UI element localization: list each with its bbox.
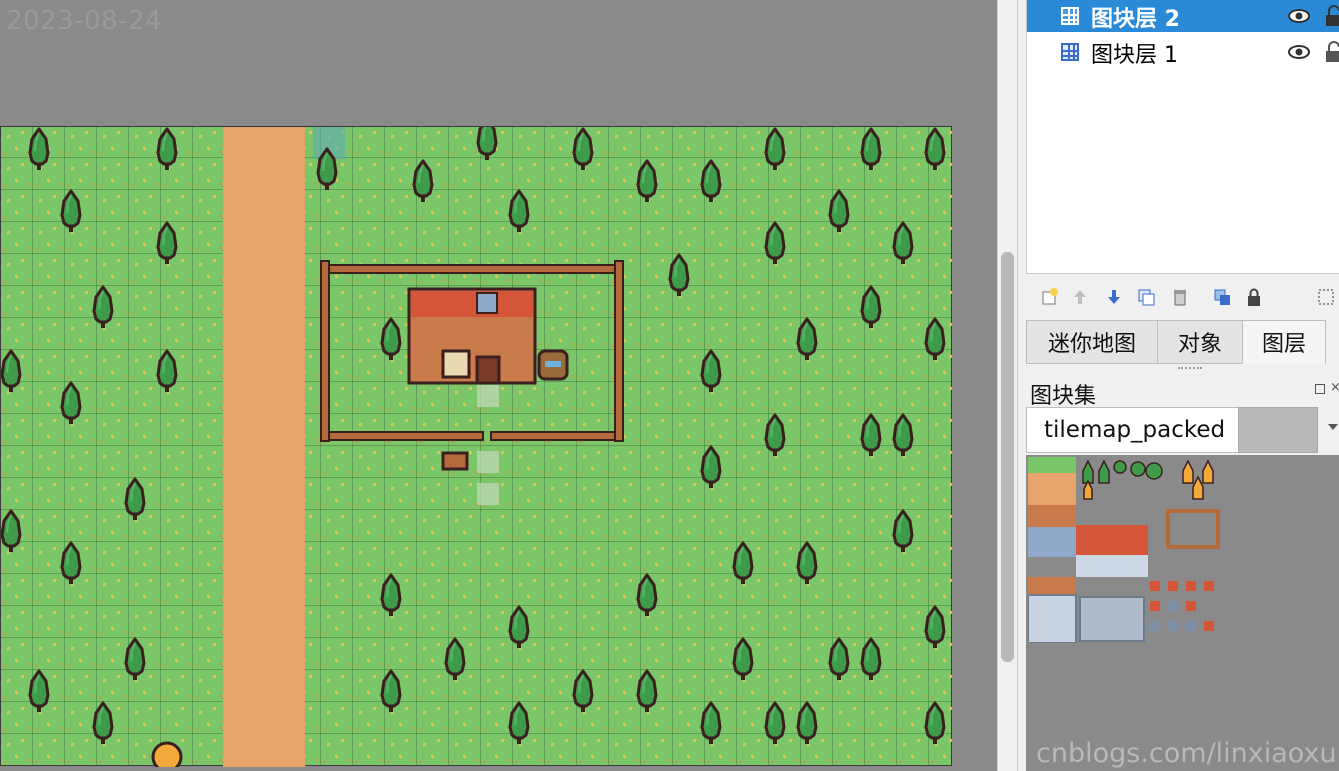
chevron-down-icon[interactable] <box>1328 424 1338 430</box>
delete-layer-icon[interactable] <box>1170 287 1190 307</box>
lower-layer-icon[interactable] <box>1104 287 1124 307</box>
close-icon[interactable]: × <box>1330 380 1339 395</box>
visibility-eye-icon[interactable] <box>1287 6 1311 26</box>
tileset-tab-empty[interactable] <box>1238 407 1318 453</box>
lock-layer-icon[interactable] <box>1244 287 1264 307</box>
beehive <box>151 741 183 767</box>
float-panel-icon[interactable] <box>1315 384 1325 394</box>
tile-map-view[interactable] <box>0 126 953 767</box>
site-watermark: cnblogs.com/linxiaoxu <box>1036 738 1337 769</box>
tile-layer-icon <box>1061 7 1079 25</box>
tileset-tiles <box>1028 457 1220 643</box>
layer-row-tile-layer-2[interactable]: 图块层 2 <box>1027 0 1339 32</box>
layer-toolbar <box>1026 282 1339 312</box>
dock-tab-bar: 迷你地图 对象 图层 <box>1026 320 1339 364</box>
dirt-path <box>223 127 305 767</box>
right-dock-panel: 图块层 2 图块层 1 迷你地图 对象 图层 图块集 × tilemap_pac… <box>1017 0 1339 771</box>
new-layer-icon[interactable] <box>1040 287 1060 307</box>
tilesets-panel-title: 图块集 <box>1030 384 1097 409</box>
tab-layers[interactable]: 图层 <box>1242 320 1326 364</box>
tab-minimap[interactable]: 迷你地图 <box>1026 320 1158 364</box>
lock-icon[interactable] <box>1323 5 1339 27</box>
tile-map-graphics <box>1 127 953 767</box>
tileset-image-view[interactable] <box>1026 455 1339 771</box>
tiled-editor-window: 2023-08-24 图块层 2 图块层 1 迷你地图 对象 图层 图块集 × … <box>0 0 1339 771</box>
date-watermark: 2023-08-24 <box>6 6 163 36</box>
house <box>407 287 537 385</box>
raise-layer-icon[interactable] <box>1070 287 1090 307</box>
map-canvas-area[interactable]: 2023-08-24 <box>0 0 997 771</box>
tab-objects[interactable]: 对象 <box>1157 320 1243 364</box>
tile-layer-icon <box>1061 43 1079 61</box>
layer-name: 图块层 1 <box>1091 43 1178 68</box>
layers-list[interactable]: 图块层 2 图块层 1 <box>1026 0 1339 274</box>
scrollbar-thumb[interactable] <box>1001 252 1014 662</box>
map-vertical-scrollbar[interactable] <box>997 0 1017 771</box>
tileset-tab-label: tilemap_packed <box>1044 417 1226 443</box>
more-icon[interactable] <box>1316 287 1336 307</box>
layer-row-tile-layer-1[interactable]: 图块层 1 <box>1027 36 1339 68</box>
lock-icon[interactable] <box>1323 41 1339 63</box>
duplicate-layer-icon[interactable] <box>1136 287 1156 307</box>
dock-resize-grip[interactable] <box>1178 367 1202 371</box>
layer-name: 图块层 2 <box>1091 7 1180 32</box>
signpost <box>441 451 469 471</box>
show-hide-others-icon[interactable] <box>1212 287 1232 307</box>
visibility-eye-icon[interactable] <box>1287 42 1311 62</box>
